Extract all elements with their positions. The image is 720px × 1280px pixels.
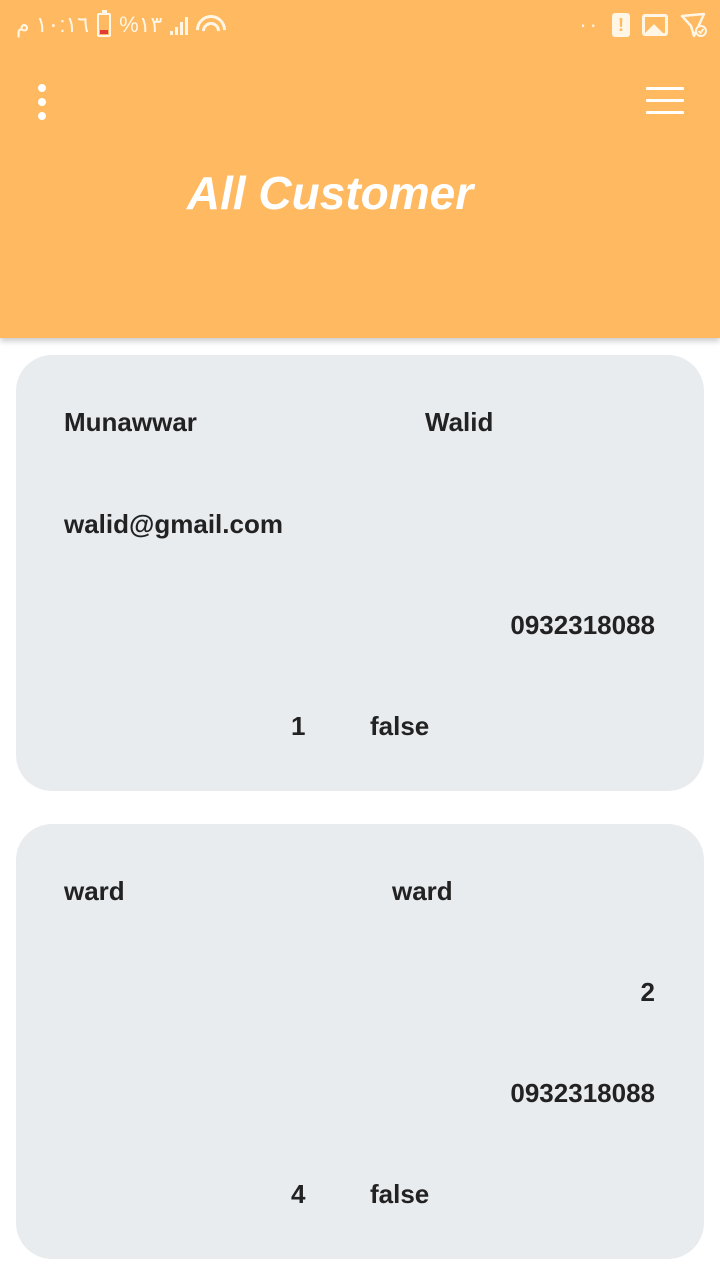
customer-email: walid@gmail.com [64, 509, 283, 539]
battery-icon [97, 10, 112, 37]
customer-first-name: Munawwar [64, 407, 197, 437]
wifi-icon [196, 13, 227, 37]
customer-last-name: Walid [425, 407, 494, 437]
app-bar: ١٠:١٦ م %١٣ ·· ! All Customer [0, 0, 720, 338]
customer-flag: false [370, 1179, 430, 1209]
alert-icon: ! [612, 13, 630, 37]
send-icon [680, 12, 707, 38]
battery-percent: %١٣ [119, 12, 163, 37]
status-dots: ·· [579, 12, 600, 37]
image-icon [642, 14, 668, 36]
customer-card[interactable]: ward ward 2 0932318088 4 false [16, 824, 704, 1259]
status-bar: ١٠:١٦ م %١٣ ·· ! [0, 0, 720, 50]
customer-flag: false [370, 711, 430, 741]
customer-extra-value: 2 [640, 977, 655, 1007]
more-vertical-icon[interactable] [30, 84, 54, 120]
customer-first-name: ward [64, 876, 125, 906]
menu-icon[interactable] [646, 87, 684, 114]
customer-last-name: ward [392, 876, 453, 906]
customer-id: 4 [291, 1179, 306, 1209]
customer-phone: 0932318088 [510, 1078, 655, 1108]
status-time: ١٠:١٦ م [16, 12, 90, 37]
status-bar-right: ·· ! [579, 8, 708, 42]
customer-card[interactable]: Munawwar Walid walid@gmail.com 093231808… [16, 355, 704, 791]
status-bar-left: ١٠:١٦ م %١٣ [16, 8, 227, 42]
page-title: All Customer [186, 167, 474, 219]
customer-list: Munawwar Walid walid@gmail.com 093231808… [16, 355, 704, 1280]
signal-icon [170, 15, 189, 35]
customer-id: 1 [291, 711, 306, 741]
customer-phone: 0932318088 [510, 610, 655, 640]
